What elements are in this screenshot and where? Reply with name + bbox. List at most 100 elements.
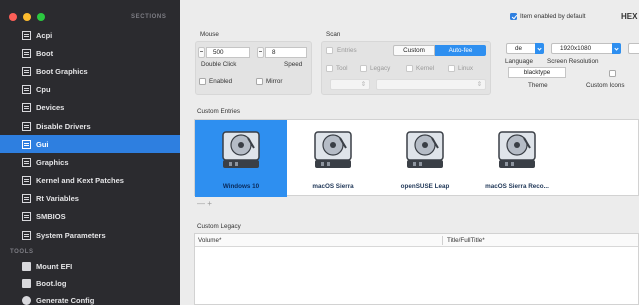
sidebar-item-label: Boot.log: [36, 279, 67, 288]
list-icon: [22, 103, 31, 113]
column-volume[interactable]: Volume*: [198, 237, 221, 244]
double-click-field[interactable]: 500: [206, 47, 250, 58]
table-header: Volume* Title/FullTitle*: [195, 234, 638, 247]
list-icon: [22, 230, 31, 240]
tools-list: Mount EFI Boot.log Generate Config: [0, 258, 180, 305]
column-divider: [442, 236, 443, 245]
sidebar-item-label: SMBIOS: [36, 212, 66, 222]
sidebar: SECTIONS Acpi Boot Boot Graphics Cpu Dev…: [0, 0, 180, 305]
sidebar-item-gui[interactable]: Gui: [0, 135, 180, 154]
scan-auto-segment[interactable]: Auto-fee: [435, 45, 486, 56]
minimize-window-button[interactable]: [23, 13, 31, 21]
sidebar-item-label: Acpi: [36, 30, 53, 40]
entry-macos-sierra[interactable]: macOS Sierra: [287, 120, 379, 197]
sidebar-item-label: Kernel and Kext Patches: [36, 176, 124, 186]
hard-disk-icon: [498, 131, 536, 168]
list-icon: [22, 121, 31, 131]
sidebar-item-graphics[interactable]: Graphics: [0, 153, 180, 171]
screen-resolution-popup[interactable]: 1920x1080: [551, 43, 621, 54]
scan-title: Scan: [326, 31, 341, 38]
entry-opensuse-leap[interactable]: openSUSE Leap: [379, 120, 471, 197]
double-click-stepper[interactable]: [198, 47, 205, 58]
sidebar-item-devices[interactable]: Devices: [0, 99, 180, 117]
speed-field[interactable]: 8: [265, 47, 307, 58]
sidebar-item-boot-graphics[interactable]: Boot Graphics: [0, 62, 180, 80]
entry-label: macOS Sierra Reco...: [485, 183, 549, 190]
item-enabled-checkbox[interactable]: [510, 13, 517, 20]
custom-legacy-title: Custom Legacy: [197, 223, 241, 230]
hex-label: HEX: [621, 12, 638, 21]
language-label: Language: [505, 58, 534, 65]
entry-windows-10[interactable]: Windows 10: [195, 120, 287, 197]
sidebar-item-label: Gui: [36, 139, 49, 149]
sidebar-item-label: Disable Drivers: [36, 121, 91, 131]
custom-icons-checkbox[interactable]: [609, 70, 616, 77]
sidebar-item-label: Boot Graphics: [36, 66, 88, 76]
scan-kernel-checkbox[interactable]: [406, 65, 413, 72]
sidebar-item-cpu[interactable]: Cpu: [0, 81, 180, 99]
hard-disk-icon: [406, 131, 444, 168]
sidebar-item-boot[interactable]: Boot: [0, 44, 180, 62]
screen-resolution-label: Screen Resolution: [547, 58, 599, 65]
custom-entries-title: Custom Entries: [197, 108, 241, 115]
list-icon: [22, 194, 31, 204]
entry-macos-sierra-recovery[interactable]: macOS Sierra Reco...: [471, 120, 563, 197]
sidebar-item-acpi[interactable]: Acpi: [0, 26, 180, 44]
list-icon: [22, 66, 31, 76]
scan-legacy-checkbox[interactable]: [360, 65, 367, 72]
sidebar-item-mount-efi[interactable]: Mount EFI: [0, 258, 180, 275]
scan-linux-label: Linux: [458, 65, 474, 72]
double-click-label: Double Click: [201, 61, 237, 68]
custom-legacy-table: Volume* Title/FullTitle*: [194, 233, 639, 305]
mouse-mirror-checkbox[interactable]: [256, 78, 263, 85]
sidebar-item-label: Generate Config: [36, 296, 95, 305]
scan-legacy-popup[interactable]: ⇕: [376, 79, 486, 90]
sidebar-item-kernel-kext-patches[interactable]: Kernel and Kext Patches: [0, 172, 180, 190]
sections-header: SECTIONS: [131, 14, 167, 20]
scan-entries-checkbox[interactable]: [326, 47, 333, 54]
sidebar-item-system-parameters[interactable]: System Parameters: [0, 226, 180, 244]
theme-field[interactable]: blacktype: [508, 67, 566, 78]
sidebar-item-rt-variables[interactable]: Rt Variables: [0, 190, 180, 208]
list-icon: [22, 30, 31, 40]
language-popup[interactable]: de: [506, 43, 544, 54]
gui-settings-panel: Item enabled by default HEX Mouse 500 8 …: [180, 0, 639, 305]
scan-kernel-label: Kernel: [416, 65, 435, 72]
entry-label: openSUSE Leap: [400, 183, 450, 190]
scan-kernel-popup[interactable]: ⇕: [330, 79, 370, 90]
scan-linux-checkbox[interactable]: [448, 65, 455, 72]
sidebar-item-generate-config[interactable]: Generate Config: [0, 292, 180, 305]
custom-icons-label: Custom Icons: [586, 82, 625, 89]
zoom-window-button[interactable]: [37, 13, 45, 21]
sidebar-item-label: Devices: [36, 103, 65, 113]
column-title[interactable]: Title/FullTitle*: [447, 237, 485, 244]
scan-custom-segment[interactable]: Custom: [393, 45, 435, 56]
sidebar-item-boot-log[interactable]: Boot.log: [0, 275, 180, 292]
sidebar-item-label: Rt Variables: [36, 194, 79, 204]
list-icon: [22, 176, 31, 186]
close-window-button[interactable]: [9, 13, 17, 21]
add-remove-entry-buttons[interactable]: — +: [197, 199, 212, 208]
scan-tool-label: Tool: [336, 65, 348, 72]
hard-disk-icon: [222, 131, 260, 168]
tools-header: TOOLS: [10, 249, 34, 255]
sidebar-item-disable-drivers[interactable]: Disable Drivers: [0, 117, 180, 135]
chevron-down-icon: [612, 43, 621, 54]
disk-icon: [22, 262, 31, 271]
window-controls: [9, 13, 45, 21]
mouse-title: Mouse: [200, 31, 219, 38]
theme-label: Theme: [528, 82, 548, 89]
mouse-enabled-label: Enabled: [209, 78, 233, 85]
sidebar-item-smbios[interactable]: SMBIOS: [0, 208, 180, 226]
scan-tool-checkbox[interactable]: [326, 65, 333, 72]
chevron-down-icon: [535, 43, 544, 54]
list-icon: [22, 48, 31, 58]
hard-disk-icon: [314, 131, 352, 168]
screen-resolution-value: 1920x1080: [560, 45, 592, 52]
speed-stepper[interactable]: [257, 47, 264, 58]
scan-entries-label: Entries: [337, 47, 357, 54]
sections-list: Acpi Boot Boot Graphics Cpu Devices Disa…: [0, 26, 180, 244]
mouse-enabled-checkbox[interactable]: [199, 78, 206, 85]
scan-legacy-label: Legacy: [370, 65, 391, 72]
custom-icons-popup[interactable]: [628, 43, 639, 54]
